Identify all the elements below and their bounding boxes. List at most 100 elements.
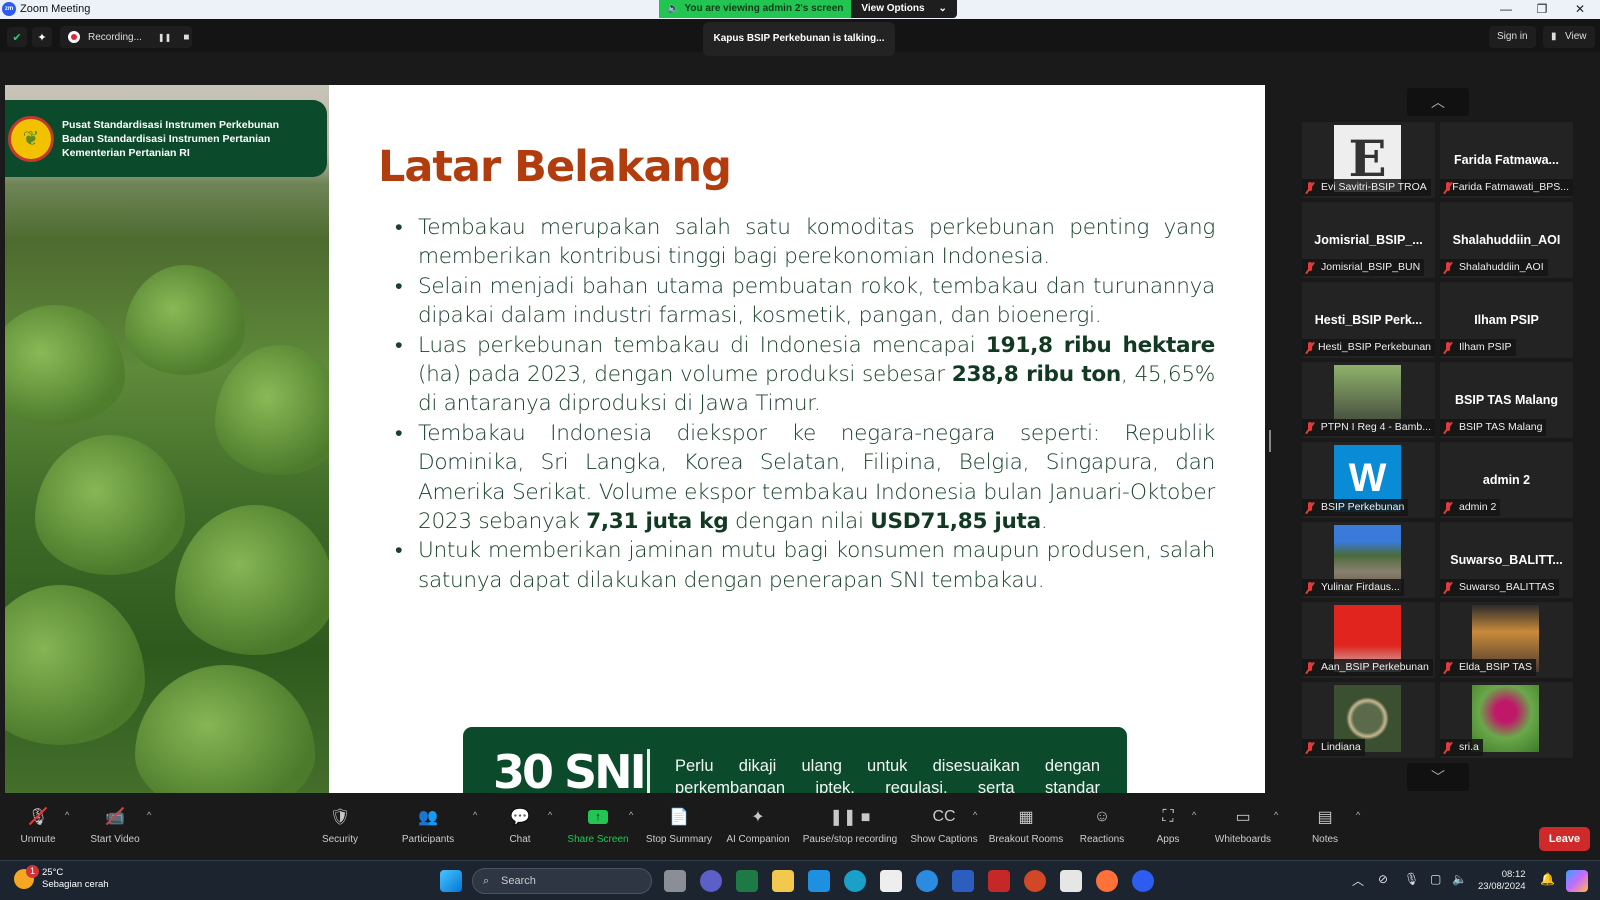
zoom-taskbar-icon[interactable] bbox=[1132, 870, 1154, 892]
powerpoint-icon[interactable] bbox=[1024, 870, 1046, 892]
microphone-icon[interactable]: 🎙 bbox=[1404, 872, 1419, 886]
sni-divider bbox=[647, 749, 650, 793]
bullet-item: Luas perkebunan tembakau di Indonesia me… bbox=[395, 331, 1215, 419]
participant-display-name: Ilham PSIP bbox=[1474, 313, 1539, 327]
bullet-text: Luas perkebunan tembakau di Indonesia me… bbox=[418, 332, 986, 358]
participant-tile[interactable]: Suwarso_BALITT... Suwarso_BALITTAS bbox=[1440, 522, 1573, 598]
participant-tile[interactable]: PTPN I Reg 4 - Bamb... bbox=[1302, 362, 1435, 438]
participant-name-label: Shalahuddiin_AOI bbox=[1440, 259, 1548, 276]
panel-resize-handle[interactable] bbox=[1269, 430, 1271, 452]
muted-mic-icon bbox=[1443, 341, 1453, 354]
network-off-icon[interactable]: ⊘ bbox=[1378, 872, 1388, 886]
participant-name: Elda_BSIP TAS bbox=[1459, 661, 1532, 673]
start-video-options-caret[interactable]: ^ bbox=[147, 810, 151, 820]
taskbar-clock[interactable]: 08:12 23/08/2024 bbox=[1478, 869, 1526, 893]
muted-mic-icon bbox=[1443, 581, 1453, 594]
participant-tile[interactable]: Aan_BSIP Perkebunan bbox=[1302, 602, 1435, 678]
bullet-text: . bbox=[1040, 509, 1048, 535]
stop-recording-button[interactable]: ■ bbox=[183, 32, 189, 43]
edge-icon[interactable] bbox=[844, 870, 866, 892]
participant-tile[interactable]: Lindiana bbox=[1302, 682, 1435, 758]
mydigi-app-icon[interactable] bbox=[808, 870, 830, 892]
copilot-icon[interactable] bbox=[1566, 870, 1588, 892]
participant-name: BSIP TAS Malang bbox=[1459, 421, 1543, 433]
windows-start-icon[interactable] bbox=[440, 870, 462, 892]
windows-taskbar: 1 25°C Sebagian cerah ⌕ Search ︿ ⊘ 🎙 ▢ 🔈 0… bbox=[0, 860, 1600, 900]
gallery-scroll-down-button[interactable]: ﹀ bbox=[1407, 763, 1469, 791]
participant-name-label: Aan_BSIP Perkebunan bbox=[1302, 659, 1433, 676]
notes-options-caret[interactable]: ^ bbox=[1356, 810, 1360, 820]
participant-tile[interactable]: Yulinar Firdaus... bbox=[1302, 522, 1435, 598]
firefox-icon[interactable] bbox=[1096, 870, 1118, 892]
minimize-button[interactable]: — bbox=[1488, 0, 1524, 19]
muted-mic-icon bbox=[1443, 501, 1453, 514]
participant-tile[interactable]: Hesti_BSIP Perk... Hesti_BSIP Perkebunan bbox=[1302, 282, 1435, 358]
snipping-tool-icon[interactable] bbox=[1060, 870, 1082, 892]
view-button[interactable]: ▮ View bbox=[1543, 26, 1595, 48]
maximize-button[interactable]: ❐ bbox=[1524, 0, 1560, 19]
participant-tile[interactable]: W BSIP Perkebunan bbox=[1302, 442, 1435, 518]
start-video-label: Start Video bbox=[90, 834, 140, 845]
participant-name-label: PTPN I Reg 4 - Bamb... bbox=[1302, 419, 1435, 436]
participant-tile[interactable]: E Evi Savitri-BSIP TROA bbox=[1302, 122, 1435, 198]
participant-tile[interactable]: Ilham PSIP Ilham PSIP bbox=[1440, 282, 1573, 358]
participant-name: BSIP Perkebunan bbox=[1321, 501, 1405, 513]
highlight-figure: 7,31 juta kg bbox=[586, 509, 729, 535]
security-button[interactable]: 🛡 Security bbox=[290, 804, 390, 860]
bullet-item: Tembakau merupakan salah satu komoditas … bbox=[395, 213, 1215, 272]
excel-icon[interactable] bbox=[736, 870, 758, 892]
bullet-list: Tembakau merupakan salah satu komoditas … bbox=[395, 213, 1215, 595]
file-explorer-icon[interactable] bbox=[772, 870, 794, 892]
tray-overflow-icon[interactable]: ︿ bbox=[1352, 872, 1364, 889]
mcafee-icon[interactable] bbox=[988, 870, 1010, 892]
teams-icon[interactable] bbox=[700, 870, 722, 892]
display-icon[interactable]: ▢ bbox=[1430, 872, 1441, 886]
view-options-button[interactable]: View Options ⌄ bbox=[851, 0, 957, 18]
participant-tile[interactable]: Shalahuddiin_AOI Shalahuddiin_AOI bbox=[1440, 202, 1573, 278]
muted-mic-icon bbox=[1305, 341, 1312, 354]
help-icon[interactable] bbox=[916, 870, 938, 892]
pause-recording-button[interactable]: ❚❚ bbox=[158, 33, 171, 42]
muted-mic-icon bbox=[1305, 501, 1315, 514]
participant-tile[interactable]: BSIP TAS Malang BSIP TAS Malang bbox=[1440, 362, 1573, 438]
pause-stop-recording-icon: ❚❚ ■ bbox=[829, 809, 871, 826]
pause-stop-recording-button[interactable]: ❚❚ ■ Pause/stop recording bbox=[800, 804, 900, 860]
store-icon[interactable] bbox=[880, 870, 902, 892]
highlight-figure: 238,8 ribu ton bbox=[951, 362, 1122, 388]
volume-icon[interactable]: 🔈 bbox=[1452, 872, 1467, 886]
muted-mic-icon bbox=[1443, 421, 1453, 434]
close-button[interactable]: ✕ bbox=[1562, 0, 1598, 19]
participant-name: admin 2 bbox=[1459, 501, 1497, 513]
word-icon[interactable] bbox=[952, 870, 974, 892]
bullet-text: Selain menjadi bahan utama pembuatan rok… bbox=[418, 273, 1215, 329]
participants-label: Participants bbox=[401, 834, 455, 845]
notification-icon[interactable]: 🔔 bbox=[1540, 872, 1555, 886]
taskbar-search[interactable]: ⌕ Search bbox=[472, 868, 652, 894]
leave-button[interactable]: Leave bbox=[1539, 827, 1590, 851]
ai-companion-label: AI Companion bbox=[726, 834, 790, 845]
gallery-scroll-up-button[interactable]: ︿ bbox=[1407, 88, 1469, 116]
weather-widget[interactable]: 1 25°C Sebagian cerah bbox=[14, 865, 109, 891]
participant-tile[interactable]: Jomisrial_BSIP_... Jomisrial_BSIP_BUN bbox=[1302, 202, 1435, 278]
participant-tile[interactable]: admin 2 admin 2 bbox=[1440, 442, 1573, 518]
participant-display-name: Farida Fatmawa... bbox=[1454, 153, 1559, 167]
share-banner: 🔈 You are viewing admin 2's screen View O… bbox=[659, 0, 957, 18]
record-dot-icon bbox=[68, 31, 80, 43]
participant-tile[interactable]: Farida Fatmawa... Farida Fatmawati_BPS... bbox=[1440, 122, 1573, 198]
ai-companion-button[interactable]: ✦ AI Companion bbox=[708, 804, 808, 860]
task-view-icon[interactable] bbox=[664, 870, 686, 892]
view-label: View bbox=[1565, 31, 1587, 42]
ai-sparkle-icon[interactable]: ✦ bbox=[32, 27, 52, 47]
institution-line-2: Badan Standardisasi Instrumen Pertanian bbox=[62, 132, 271, 145]
security-shield-icon[interactable]: ✔ bbox=[7, 27, 27, 47]
weather-sun-icon: 1 bbox=[14, 865, 39, 889]
search-icon: ⌕ bbox=[483, 875, 490, 887]
participant-name: Aan_BSIP Perkebunan bbox=[1321, 661, 1429, 673]
participant-tile[interactable]: Elda_BSIP TAS bbox=[1440, 602, 1573, 678]
weather-desc: Sebagian cerah bbox=[42, 879, 109, 890]
participants-button[interactable]: 👥 Participants bbox=[378, 804, 478, 860]
bullet-item: Untuk memberikan jaminan mutu bagi konsu… bbox=[395, 536, 1215, 595]
participant-tile[interactable]: sri.a bbox=[1440, 682, 1573, 758]
share-banner-message: You are viewing admin 2's screen bbox=[684, 3, 844, 14]
sign-in-button[interactable]: Sign in bbox=[1489, 26, 1536, 48]
